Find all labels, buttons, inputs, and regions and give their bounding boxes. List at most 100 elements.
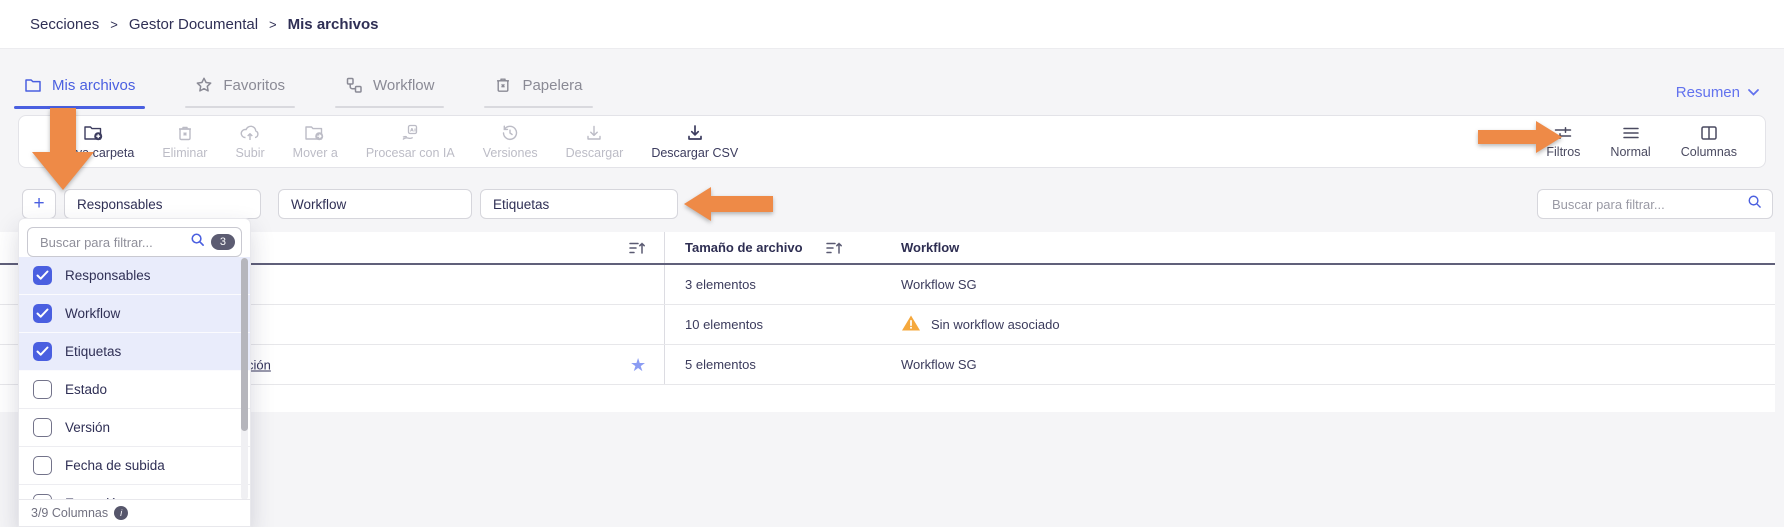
tab-label: Mis archivos bbox=[52, 77, 135, 94]
checkbox-unchecked-icon[interactable] bbox=[33, 418, 52, 437]
checkbox-unchecked-icon[interactable] bbox=[33, 380, 52, 399]
download-button[interactable]: Descargar bbox=[566, 123, 624, 160]
option-label: Estado bbox=[65, 382, 107, 397]
normal-view-button[interactable]: Normal bbox=[1610, 124, 1650, 159]
size-cell: 5 elementos bbox=[665, 345, 883, 384]
size-cell: 10 elementos bbox=[665, 305, 883, 344]
process-with-ai-button[interactable]: Procesar con IA bbox=[366, 123, 455, 160]
dropdown-footer: 3/9 Columnas i bbox=[19, 499, 250, 526]
breadcrumb-separator: > bbox=[110, 17, 118, 32]
move-to-button[interactable]: Mover a bbox=[293, 123, 338, 160]
dropdown-scrollbar-thumb[interactable] bbox=[241, 258, 248, 431]
column-header-size: Tamaño de archivo bbox=[665, 232, 883, 263]
search-icon bbox=[190, 232, 205, 252]
table-row[interactable]: 3 elementos Workflow SG bbox=[0, 265, 1775, 305]
toolbar-button-label: Columnas bbox=[1681, 145, 1737, 159]
option-label: Responsables bbox=[65, 268, 151, 283]
tab-workflow[interactable]: Workflow bbox=[335, 76, 444, 109]
column-option-responsables[interactable]: Responsables bbox=[19, 257, 250, 295]
annotation-arrow-left bbox=[684, 187, 773, 221]
toolbar-right-group: Filtros Normal Columnas bbox=[1546, 124, 1737, 159]
search-icon[interactable] bbox=[1747, 194, 1762, 214]
checkbox-checked-icon[interactable] bbox=[33, 266, 52, 285]
breadcrumb: Secciones > Gestor Documental > Mis arch… bbox=[0, 0, 1784, 49]
tab-underline bbox=[484, 106, 592, 108]
tab-underline bbox=[185, 106, 295, 108]
toolbar-button-label: Versiones bbox=[483, 146, 538, 160]
dropdown-search-box: 3 bbox=[27, 227, 242, 257]
toolbar-button-label: Subir bbox=[235, 146, 264, 160]
workflow-cell: Sin workflow asociado bbox=[883, 305, 1775, 344]
filter-input-responsables[interactable] bbox=[64, 189, 261, 219]
move-folder-icon bbox=[304, 123, 326, 143]
tab-papelera[interactable]: Papelera bbox=[484, 76, 592, 109]
trash-icon bbox=[494, 76, 512, 94]
column-option-fecha-de-subida[interactable]: Fecha de subida bbox=[19, 447, 250, 485]
column-header-label: Tamaño de archivo bbox=[685, 240, 803, 255]
toolbar-left-group: Nueva carpeta Eliminar Subir Mover a bbox=[53, 123, 738, 160]
filter-input-workflow[interactable] bbox=[278, 189, 472, 219]
toolbar-button-label: Procesar con IA bbox=[366, 146, 455, 160]
tab-underline bbox=[335, 106, 444, 108]
table-search-input[interactable] bbox=[1550, 196, 1747, 213]
columns-button[interactable]: Columnas bbox=[1681, 124, 1737, 159]
ai-hand-icon bbox=[399, 123, 421, 143]
tab-label: Favoritos bbox=[223, 77, 285, 94]
checkbox-checked-icon[interactable] bbox=[33, 342, 52, 361]
folder-icon bbox=[24, 76, 42, 94]
column-option-version[interactable]: Versión bbox=[19, 409, 250, 447]
chevron-down-icon bbox=[1747, 84, 1760, 101]
table-header-row: Tamaño de archivo Workflow bbox=[0, 232, 1775, 265]
workflow-icon bbox=[345, 76, 363, 94]
delete-button[interactable]: Eliminar bbox=[162, 123, 207, 160]
workflow-cell: Workflow SG bbox=[883, 265, 1775, 304]
tab-mis-archivos[interactable]: Mis archivos bbox=[14, 76, 145, 109]
selected-count-badge: 3 bbox=[211, 234, 235, 250]
column-option-estado[interactable]: Estado bbox=[19, 371, 250, 409]
info-icon[interactable]: i bbox=[114, 506, 128, 520]
toolbar-button-label: Descargar bbox=[566, 146, 624, 160]
gestor-documental-screen: Secciones > Gestor Documental > Mis arch… bbox=[0, 0, 1784, 527]
tab-label: Papelera bbox=[522, 77, 582, 94]
section-tabs: Mis archivos Favoritos Workflow bbox=[14, 76, 593, 109]
favorite-star-icon[interactable]: ★ bbox=[630, 356, 646, 374]
toolbar-button-label: Eliminar bbox=[162, 146, 207, 160]
resumen-toggle[interactable]: Resumen bbox=[1676, 84, 1760, 101]
upload-button[interactable]: Subir bbox=[235, 123, 264, 160]
breadcrumb-secciones[interactable]: Secciones bbox=[30, 16, 99, 33]
option-label: Versión bbox=[65, 420, 110, 435]
breadcrumb-gestor-documental[interactable]: Gestor Documental bbox=[129, 16, 258, 33]
annotation-arrow-down bbox=[30, 108, 96, 192]
tab-favoritos[interactable]: Favoritos bbox=[185, 76, 295, 109]
option-label: Etiquetas bbox=[65, 344, 121, 359]
add-filter-button[interactable]: + bbox=[22, 189, 56, 219]
sort-icon[interactable] bbox=[628, 241, 646, 255]
column-option-list: Responsables Workflow Etiquetas Estado bbox=[19, 257, 250, 523]
download-icon bbox=[584, 123, 604, 143]
sort-icon[interactable] bbox=[825, 241, 843, 255]
versions-button[interactable]: Versiones bbox=[483, 123, 538, 160]
download-csv-button[interactable]: Descargar CSV bbox=[651, 123, 738, 160]
dropdown-search-input[interactable] bbox=[38, 234, 184, 251]
column-option-workflow[interactable]: Workflow bbox=[19, 295, 250, 333]
checkbox-checked-icon[interactable] bbox=[33, 304, 52, 323]
warning-icon bbox=[901, 314, 921, 335]
download-csv-icon bbox=[685, 123, 705, 143]
table-row[interactable]: ción ★ 5 elementos Workflow SG bbox=[0, 345, 1775, 385]
annotation-arrow-right bbox=[1478, 121, 1562, 153]
option-label: Fecha de subida bbox=[65, 458, 165, 473]
list-lines-icon bbox=[1621, 124, 1641, 142]
table-row[interactable]: 10 elementos Sin workflow asociado bbox=[0, 305, 1775, 345]
filter-input-etiquetas[interactable] bbox=[480, 189, 678, 219]
star-icon bbox=[195, 76, 213, 94]
checkbox-unchecked-icon[interactable] bbox=[33, 456, 52, 475]
upload-cloud-icon bbox=[239, 123, 261, 143]
column-option-etiquetas[interactable]: Etiquetas bbox=[19, 333, 250, 371]
columns-count-label: 3/9 Columnas bbox=[31, 506, 108, 520]
toolbar-button-label: Normal bbox=[1610, 145, 1650, 159]
history-icon bbox=[500, 123, 520, 143]
toolbar-button-label: Descargar CSV bbox=[651, 146, 738, 160]
toolbar-button-label: Mover a bbox=[293, 146, 338, 160]
filter-bar: + bbox=[0, 189, 1784, 219]
column-header-label: Workflow bbox=[901, 240, 959, 255]
